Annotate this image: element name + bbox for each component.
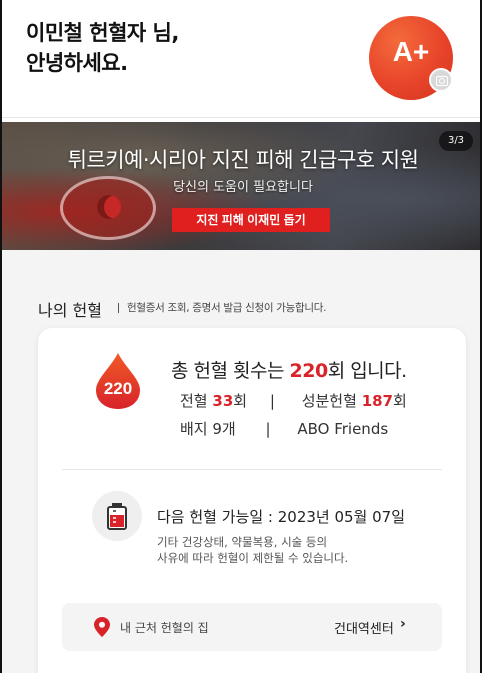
total-count: 220 — [289, 360, 329, 382]
section-title: 나의 헌혈 — [38, 301, 102, 320]
badge-separator: | — [265, 420, 271, 438]
blood-bag-icon — [107, 503, 127, 530]
nearby-center-name[interactable]: 건대역센터 — [334, 618, 394, 637]
next-donation-note: 기타 건강상태, 약물복용, 시술 등의 사유에 따라 헌혈이 제한될 수 있습… — [157, 534, 348, 566]
blood-type-label: A+ — [392, 36, 430, 67]
whole-blood-label: 전혈 — [180, 392, 208, 410]
greeting-line-1: 이민철 헌혈자 님, — [26, 21, 179, 45]
header-divider — [2, 117, 480, 118]
section-description: 헌혈증서 조회, 증명서 발급 신청이 가능합니다. — [127, 302, 327, 314]
section-separator — [118, 303, 119, 313]
component-count: 187 — [361, 392, 393, 410]
next-donation-date: 다음 헌혈 가능일 : 2023년 05월 07일 — [157, 508, 406, 526]
component-unit: 회 — [393, 392, 407, 410]
greeting: 이민철 헌혈자 님, 안녕하세요. — [26, 18, 179, 78]
note-line-2: 사유에 따라 헌혈이 제한될 수 있습니다. — [157, 551, 349, 565]
total-suffix: 회 입니다. — [327, 360, 408, 382]
camera-icon[interactable] — [429, 68, 453, 92]
blood-bag-icon-wrap — [92, 491, 142, 541]
whole-blood-unit: 회 — [233, 392, 248, 410]
donation-count-badge: 220 — [103, 379, 133, 398]
component-label: 성분헌혈 — [301, 392, 357, 410]
card-divider — [62, 469, 442, 470]
note-line-1: 기타 건강상태, 약물복용, 시술 등의 — [157, 535, 328, 549]
donation-breakdown: 전혈 33회 | 성분헌혈 187회 — [180, 390, 407, 411]
donate-relief-button[interactable]: 지진 피해 이재민 돕기 — [172, 208, 330, 232]
chevron-right-icon[interactable]: › — [400, 616, 406, 632]
banner-subtitle: 당신의 도움이 필요합니다 — [173, 180, 313, 195]
whole-blood-count: 33 — [212, 392, 234, 410]
badge-name: ABO Friends — [297, 420, 389, 438]
badge-count: 배지 9개 — [180, 420, 236, 438]
breakdown-separator: | — [269, 392, 275, 410]
app-screen: 이민철 헌혈자 님, 안녕하세요. A+ 튀르키예·시리아 지진 피해 긴급구호… — [0, 0, 482, 673]
banner-title: 튀르키예·시리아 지진 피해 긴급구호 지원 — [67, 148, 419, 172]
total-donations: 총 헌혈 횟수는 220회 입니다. — [171, 356, 407, 383]
banner-page-indicator: 3/3 — [439, 131, 473, 151]
badge-row: 배지 9개 | ABO Friends — [180, 418, 388, 439]
location-pin-icon — [94, 617, 110, 637]
greeting-line-2: 안녕하세요. — [26, 51, 128, 75]
nearby-label: 내 근처 헌혈의 집 — [120, 621, 209, 635]
total-prefix: 총 헌혈 횟수는 — [171, 360, 284, 382]
